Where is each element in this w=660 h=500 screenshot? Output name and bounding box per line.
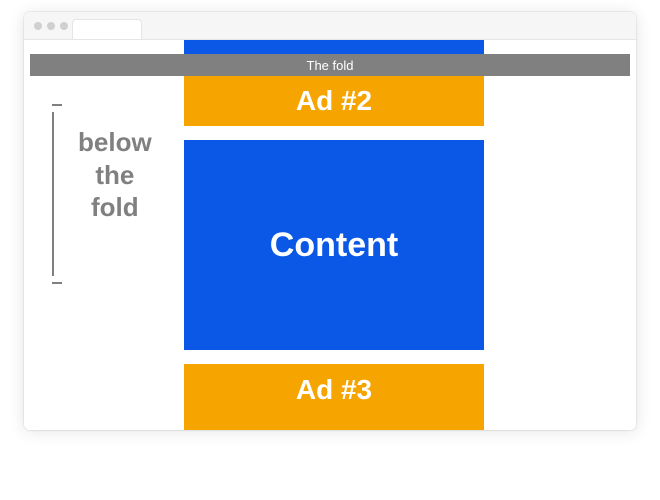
below-line3: fold <box>78 191 152 224</box>
reflection-fade <box>24 432 636 498</box>
fold-label: The fold <box>307 58 354 73</box>
minimize-icon <box>47 22 55 30</box>
ad-block-3: Ad #3 <box>184 364 484 430</box>
below-fold-label: below the fold <box>52 100 170 284</box>
content-label: Content <box>270 226 398 265</box>
ad-block-2: Ad #2 <box>184 76 484 126</box>
fold-bar: The fold <box>30 54 630 76</box>
close-icon <box>34 22 42 30</box>
ad3-label: Ad #3 <box>296 374 372 406</box>
below-fold-text: below the fold <box>78 126 152 224</box>
reflection <box>24 432 636 498</box>
browser-chrome <box>24 12 636 40</box>
maximize-icon <box>60 22 68 30</box>
bracket-icon <box>52 104 68 284</box>
browser-window: The fold Ad #2 below the fold Content Ad… <box>24 12 636 430</box>
below-line1: below <box>78 126 152 159</box>
ad2-label: Ad #2 <box>296 85 372 117</box>
ad-top-sliver <box>184 40 484 54</box>
viewport: The fold Ad #2 below the fold Content Ad… <box>24 40 636 430</box>
browser-tab <box>72 19 142 39</box>
content-block: Content <box>184 140 484 350</box>
below-line2: the <box>78 159 152 192</box>
traffic-lights <box>24 22 68 30</box>
